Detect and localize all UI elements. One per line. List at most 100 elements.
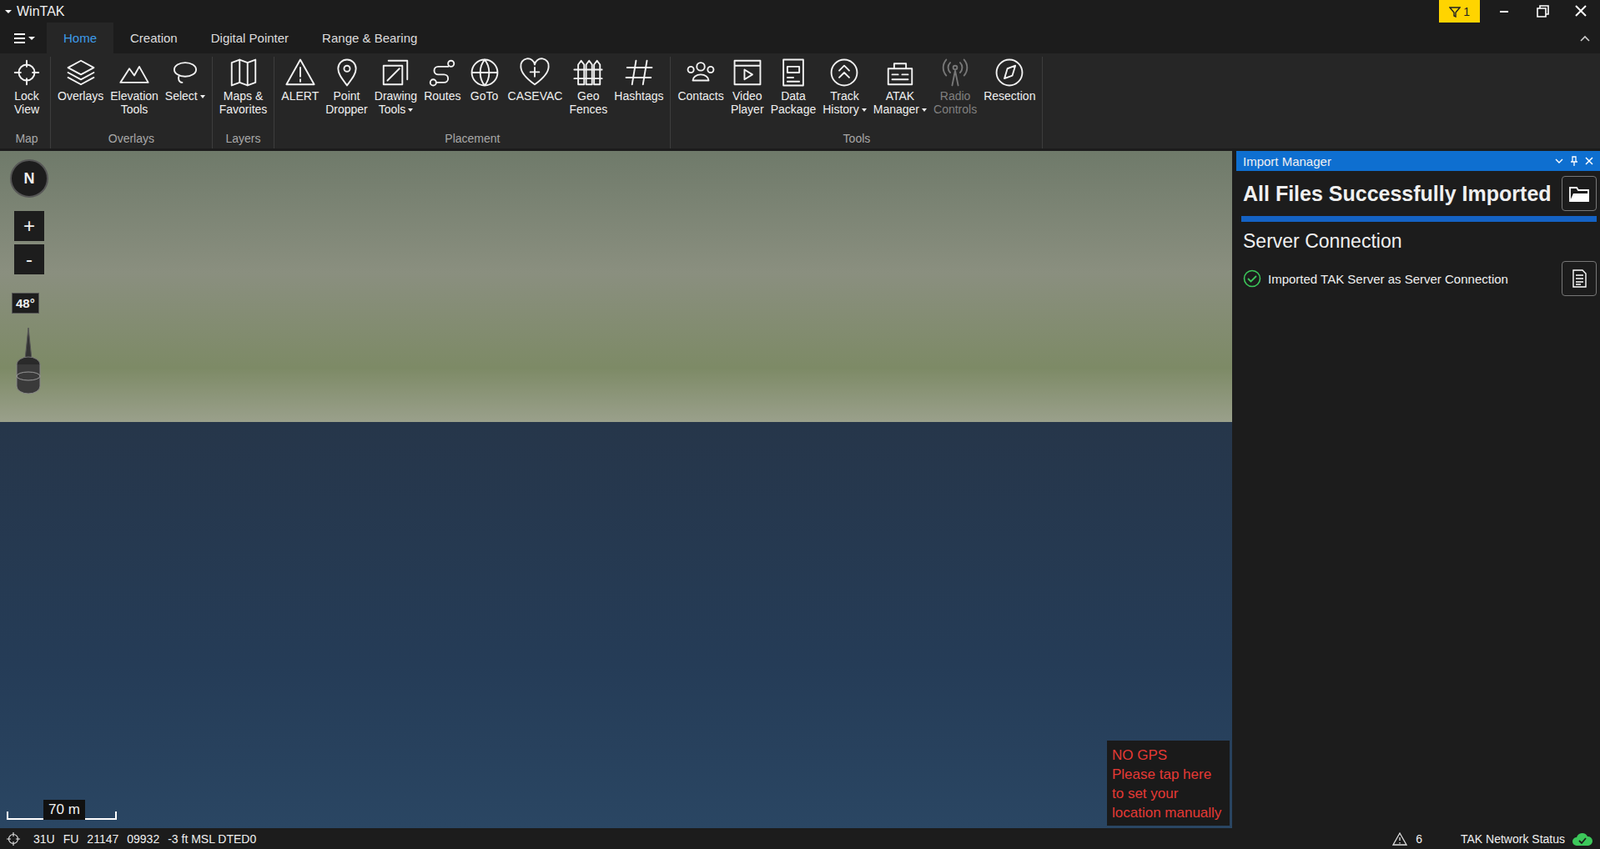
- close-icon[interactable]: [1561, 0, 1600, 23]
- map-view[interactable]: N + - 48° 70 m NO GPS Please tap here to…: [0, 150, 1233, 829]
- water-imagery: [0, 422, 1233, 829]
- notification-count: 1: [1463, 5, 1470, 19]
- ribbon-group: ALERT PointDropper DrawingTools Routes G…: [274, 56, 671, 149]
- title-bar: WinTAK 1: [0, 0, 1600, 23]
- folder-icon: [1568, 184, 1590, 203]
- ribbon-tool[interactable]: Contacts: [674, 56, 727, 131]
- ribbon-tool[interactable]: ALERT: [277, 56, 323, 131]
- notification-badge[interactable]: 1: [1438, 0, 1480, 23]
- import-item: Imported TAK Server as Server Connection: [1242, 261, 1597, 297]
- ribbon-tool[interactable]: RadioControls: [930, 56, 981, 131]
- tool-icon: [65, 56, 97, 89]
- group-label: Layers: [216, 130, 272, 149]
- chevron-down-icon[interactable]: [1553, 155, 1565, 167]
- close-panel-icon[interactable]: [1583, 155, 1595, 167]
- compass-button[interactable]: N: [10, 159, 49, 198]
- tool-icon: [939, 56, 972, 89]
- ribbon-tab[interactable]: Range & Bearing: [305, 22, 434, 54]
- tool-icon: [684, 56, 717, 89]
- pin-icon[interactable]: [1568, 155, 1580, 167]
- status-bar: 31U FU 21147 09932 -3 ft MSL DTED0 6 TAK…: [0, 828, 1600, 849]
- import-manager-panel: Import Manager All Files Successfully Im…: [1236, 150, 1600, 829]
- ribbon-tool[interactable]: GoTo: [464, 56, 505, 131]
- ribbon-group: LockView Map: [3, 56, 51, 149]
- minimize-icon[interactable]: [1484, 0, 1524, 23]
- tool-icon: [884, 56, 916, 89]
- check-icon: [1242, 269, 1262, 288]
- window-title: WinTAK: [16, 4, 65, 20]
- ribbon-tool[interactable]: Overlays: [54, 56, 107, 131]
- group-label: Overlays: [54, 130, 209, 149]
- warning-icon: [1392, 832, 1408, 846]
- scale-bar: 70 m: [6, 811, 117, 821]
- ribbon-tool[interactable]: ATAKManager: [870, 56, 931, 131]
- network-status[interactable]: TAK Network Status: [1460, 831, 1594, 847]
- ribbon-tool[interactable]: PointDropper: [322, 56, 372, 131]
- tool-icon: [572, 56, 604, 89]
- ribbon: LockView Map Overlays ElevationTools Sel…: [0, 53, 1600, 149]
- import-section: Server Connection Imported TAK Server as…: [1236, 221, 1600, 297]
- tool-icon: [227, 56, 260, 89]
- group-label: Map: [6, 130, 47, 149]
- ribbon-tab[interactable]: Creation: [113, 22, 195, 54]
- tool-icon: [284, 56, 317, 89]
- tool-icon: [118, 56, 151, 89]
- dropdown-caret: [861, 108, 867, 112]
- zoom-in-button[interactable]: +: [14, 211, 45, 242]
- zoom-controls: + -: [14, 211, 45, 275]
- filter-icon: [1449, 5, 1461, 18]
- ribbon-tool[interactable]: LockView: [6, 56, 47, 131]
- zoom-out-button[interactable]: -: [14, 244, 45, 275]
- tool-icon: [731, 56, 764, 89]
- coordinates[interactable]: 31U FU 21147 09932 -3 ft MSL DTED0: [6, 832, 257, 846]
- tool-icon: [169, 56, 202, 89]
- ribbon-tool[interactable]: DrawingTools: [371, 56, 421, 131]
- tool-icon: [468, 56, 501, 89]
- document-icon: [1569, 268, 1589, 289]
- alert-count[interactable]: 6: [1392, 832, 1423, 846]
- ribbon-tab[interactable]: Digital Pointer: [194, 22, 306, 54]
- tool-icon: [10, 56, 43, 89]
- tool-icon: [623, 56, 655, 89]
- ribbon-tool[interactable]: Resection: [980, 56, 1039, 131]
- ribbon-tool[interactable]: VideoPlayer: [727, 56, 768, 131]
- tool-icon: [331, 56, 363, 89]
- land-imagery: [0, 150, 1233, 423]
- ribbon-tab[interactable]: Home: [46, 22, 114, 54]
- window-menu-icon[interactable]: [3, 6, 14, 17]
- ribbon-group: Contacts VideoPlayer DataPackage TrackHi…: [670, 56, 1043, 149]
- collapse-ribbon-icon[interactable]: [1576, 30, 1594, 47]
- dropdown-caret: [407, 108, 413, 112]
- ribbon-tool[interactable]: CASEVAC: [504, 56, 567, 131]
- view-details-button[interactable]: [1561, 261, 1597, 297]
- group-label: Placement: [277, 130, 667, 149]
- tool-icon: [828, 56, 861, 89]
- panel-header: Import Manager: [1236, 150, 1600, 172]
- tool-icon: [379, 56, 412, 89]
- hamburger-icon[interactable]: [11, 30, 37, 47]
- open-folder-button[interactable]: [1561, 176, 1597, 212]
- ribbon-tool[interactable]: Maps &Favorites: [216, 56, 272, 131]
- wintak-window: WinTAK 1 HomeCreationDigital PointerRang…: [0, 0, 1600, 849]
- dropdown-caret: [921, 108, 927, 112]
- tool-icon: [993, 56, 1026, 89]
- ribbon-tool[interactable]: GeoFences: [565, 56, 611, 131]
- group-label: Tools: [674, 130, 1039, 149]
- ribbon-tool[interactable]: Hashtags: [610, 56, 667, 131]
- tool-icon: [426, 56, 458, 89]
- tool-icon: [518, 56, 551, 89]
- ribbon-tool[interactable]: TrackHistory: [819, 56, 871, 131]
- dropdown-caret: [200, 95, 206, 99]
- import-status: All Files Successfully Imported: [1242, 181, 1552, 207]
- tilt-joystick-icon[interactable]: [10, 326, 47, 402]
- restore-icon[interactable]: [1523, 0, 1562, 23]
- tool-icon: [777, 56, 810, 89]
- ribbon-tool[interactable]: Routes: [420, 56, 464, 131]
- ribbon-group: Maps &Favorites Layers: [212, 56, 276, 149]
- gps-warning[interactable]: NO GPS Please tap here to set your locat…: [1106, 740, 1230, 826]
- ribbon-tool[interactable]: DataPackage: [767, 56, 820, 131]
- tilt-indicator[interactable]: 48°: [11, 292, 40, 314]
- ribbon-tool[interactable]: ElevationTools: [106, 56, 162, 131]
- cloud-icon: [1571, 831, 1594, 847]
- ribbon-tool[interactable]: Select: [161, 56, 209, 131]
